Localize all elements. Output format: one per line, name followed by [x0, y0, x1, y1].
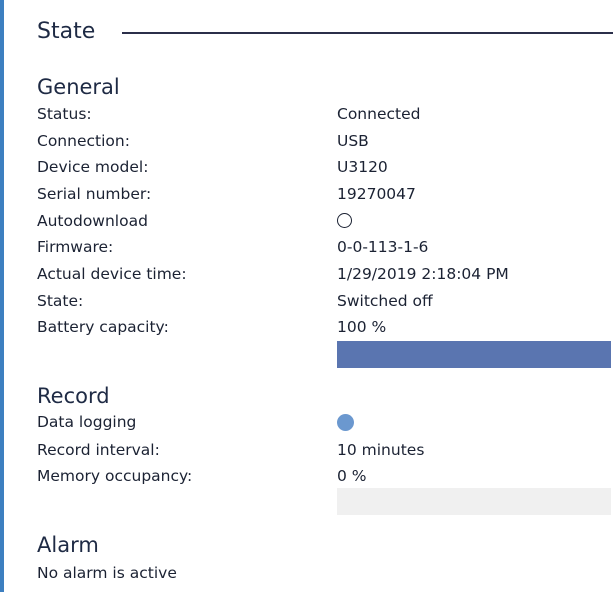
memory-bar [337, 488, 611, 515]
firmware-label: Firmware: [37, 238, 114, 256]
record-interval-label: Record interval: [37, 441, 160, 459]
record-interval-value: 10 minutes [337, 441, 425, 459]
memory-occupancy-label: Memory occupancy: [37, 467, 193, 485]
connection-value: USB [337, 132, 369, 150]
connection-label: Connection: [37, 132, 130, 150]
battery-bar [337, 341, 611, 368]
firmware-value: 0-0-113-1-6 [337, 238, 429, 256]
state-label: State: [37, 292, 84, 310]
device-model-label: Device model: [37, 158, 149, 176]
autodownload-label: Autodownload [37, 212, 148, 230]
alarm-status-text: No alarm is active [37, 564, 177, 582]
data-logging-indicator-on [337, 414, 354, 431]
serial-number-value: 19270047 [337, 185, 416, 203]
data-logging-label: Data logging [37, 413, 137, 431]
status-value: Connected [337, 105, 421, 123]
battery-capacity-label: Battery capacity: [37, 318, 169, 336]
title-divider [122, 32, 613, 34]
battery-capacity-value: 100 % [337, 318, 387, 336]
general-heading: General [37, 75, 120, 99]
alarm-heading: Alarm [37, 533, 99, 557]
autodownload-indicator-off [337, 213, 352, 228]
state-value: Switched off [337, 292, 433, 310]
memory-occupancy-value: 0 % [337, 467, 367, 485]
device-time-label: Actual device time: [37, 265, 187, 283]
state-title: State [37, 19, 96, 44]
state-panel: State General Status: Connected Connecti… [0, 0, 613, 592]
status-label: Status: [37, 105, 92, 123]
serial-number-label: Serial number: [37, 185, 152, 203]
record-heading: Record [37, 384, 110, 408]
device-time-value: 1/29/2019 2:18:04 PM [337, 265, 509, 283]
device-model-value: U3120 [337, 158, 388, 176]
battery-bar-fill [337, 341, 611, 368]
